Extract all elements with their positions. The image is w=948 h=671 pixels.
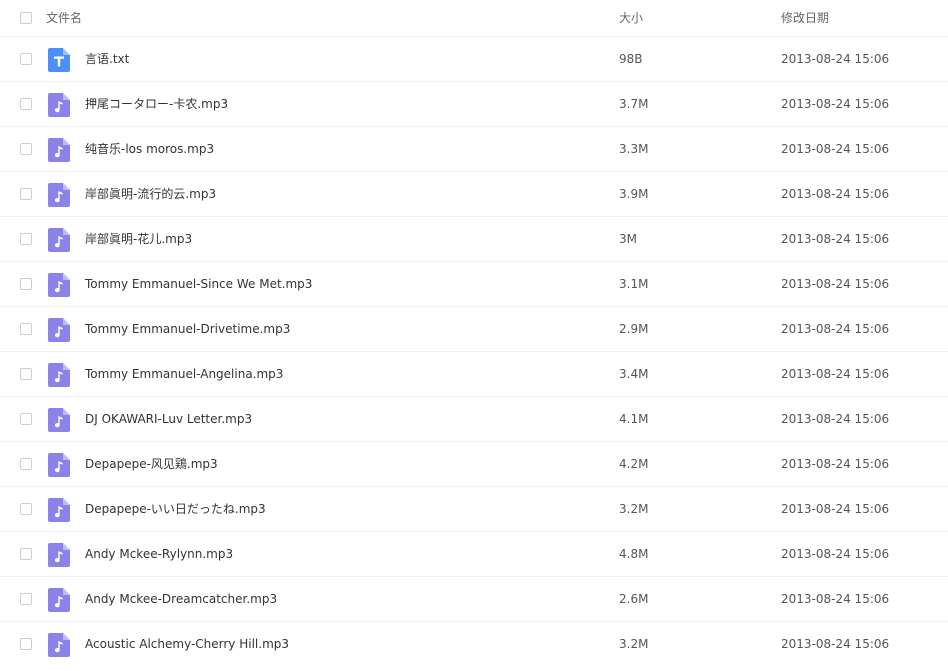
file-modified-date: 2013-08-24 15:06 [781,637,890,651]
file-name[interactable]: 押尾コータロー-卡农.mp3 [85,82,228,126]
row-checkbox[interactable] [20,53,32,65]
file-name[interactable]: Tommy Emmanuel-Angelina.mp3 [85,352,283,396]
row-checkbox[interactable] [20,593,32,605]
row-checkbox[interactable] [20,368,32,380]
file-modified-date: 2013-08-24 15:06 [781,412,890,426]
audio-file-icon [48,318,70,342]
file-name[interactable]: 纯音乐-los moros.mp3 [85,127,214,171]
file-modified-date: 2013-08-24 15:06 [781,52,890,66]
file-name[interactable]: 言语.txt [85,37,129,81]
audio-file-icon [48,633,70,657]
file-row[interactable]: Tommy Emmanuel-Since We Met.mp3 3.1M 201… [0,262,948,307]
file-row[interactable]: 押尾コータロー-卡农.mp3 3.7M 2013-08-24 15:06 [0,82,948,127]
file-rows: 言语.txt 98B 2013-08-24 15:06 押尾コータロー-卡农.m… [0,37,948,666]
file-row[interactable]: DJ OKAWARI-Luv Letter.mp3 4.1M 2013-08-2… [0,397,948,442]
file-row[interactable]: Andy Mckee-Rylynn.mp3 4.8M 2013-08-24 15… [0,532,948,577]
column-header-name[interactable]: 文件名 [46,0,82,36]
row-checkbox[interactable] [20,323,32,335]
file-row[interactable]: Tommy Emmanuel-Drivetime.mp3 2.9M 2013-0… [0,307,948,352]
file-name[interactable]: Andy Mckee-Rylynn.mp3 [85,532,233,576]
file-row[interactable]: Acoustic Alchemy-Cherry Hill.mp3 3.2M 20… [0,622,948,666]
audio-file-icon [48,138,70,162]
file-size: 2.9M [619,322,649,336]
file-size: 4.2M [619,457,649,471]
audio-file-icon [48,273,70,297]
column-header-size[interactable]: 大小 [619,0,643,36]
file-name[interactable]: Andy Mckee-Dreamcatcher.mp3 [85,577,277,621]
file-name[interactable]: 岸部眞明-流行的云.mp3 [85,172,216,216]
file-modified-date: 2013-08-24 15:06 [781,322,890,336]
audio-file-icon [48,408,70,432]
file-name[interactable]: Tommy Emmanuel-Drivetime.mp3 [85,307,290,351]
file-list: 文件名 大小 修改日期 言语.txt 98B 2013-08-24 15:06 … [0,0,948,666]
row-checkbox[interactable] [20,413,32,425]
file-row[interactable]: Tommy Emmanuel-Angelina.mp3 3.4M 2013-08… [0,352,948,397]
file-row[interactable]: 言语.txt 98B 2013-08-24 15:06 [0,37,948,82]
file-name[interactable]: Depapepe-风见鶏.mp3 [85,442,218,486]
file-modified-date: 2013-08-24 15:06 [781,592,890,606]
row-checkbox[interactable] [20,278,32,290]
file-size: 98B [619,52,643,66]
audio-file-icon [48,363,70,387]
row-checkbox[interactable] [20,143,32,155]
file-size: 3.3M [619,142,649,156]
audio-file-icon [48,543,70,567]
file-modified-date: 2013-08-24 15:06 [781,457,890,471]
audio-file-icon [48,498,70,522]
file-name[interactable]: DJ OKAWARI-Luv Letter.mp3 [85,397,252,441]
file-modified-date: 2013-08-24 15:06 [781,277,890,291]
file-size: 3.1M [619,277,649,291]
file-row[interactable]: 纯音乐-los moros.mp3 3.3M 2013-08-24 15:06 [0,127,948,172]
file-modified-date: 2013-08-24 15:06 [781,97,890,111]
file-modified-date: 2013-08-24 15:06 [781,367,890,381]
file-name[interactable]: Depapepe-いい日だったね.mp3 [85,487,266,531]
audio-file-icon [48,228,70,252]
row-checkbox[interactable] [20,638,32,650]
text-file-icon [48,48,70,72]
file-size: 3.2M [619,637,649,651]
file-size: 3.7M [619,97,649,111]
file-modified-date: 2013-08-24 15:06 [781,232,890,246]
file-name[interactable]: Tommy Emmanuel-Since We Met.mp3 [85,262,312,306]
file-size: 3.9M [619,187,649,201]
file-row[interactable]: 岸部眞明-流行的云.mp3 3.9M 2013-08-24 15:06 [0,172,948,217]
row-checkbox[interactable] [20,503,32,515]
file-row[interactable]: Andy Mckee-Dreamcatcher.mp3 2.6M 2013-08… [0,577,948,622]
file-size: 4.8M [619,547,649,561]
file-row[interactable]: Depapepe-风见鶏.mp3 4.2M 2013-08-24 15:06 [0,442,948,487]
audio-file-icon [48,93,70,117]
row-checkbox[interactable] [20,458,32,470]
file-size: 3M [619,232,637,246]
file-size: 2.6M [619,592,649,606]
audio-file-icon [48,588,70,612]
file-size: 3.4M [619,367,649,381]
row-checkbox[interactable] [20,233,32,245]
file-size: 3.2M [619,502,649,516]
row-checkbox[interactable] [20,188,32,200]
file-modified-date: 2013-08-24 15:06 [781,142,890,156]
column-header-date[interactable]: 修改日期 [781,0,829,36]
file-size: 4.1M [619,412,649,426]
file-modified-date: 2013-08-24 15:06 [781,502,890,516]
file-name[interactable]: Acoustic Alchemy-Cherry Hill.mp3 [85,622,289,666]
file-modified-date: 2013-08-24 15:06 [781,547,890,561]
file-list-header: 文件名 大小 修改日期 [0,0,948,37]
audio-file-icon [48,453,70,477]
file-row[interactable]: Depapepe-いい日だったね.mp3 3.2M 2013-08-24 15:… [0,487,948,532]
row-checkbox[interactable] [20,548,32,560]
row-checkbox[interactable] [20,98,32,110]
file-name[interactable]: 岸部眞明-花儿.mp3 [85,217,192,261]
file-row[interactable]: 岸部眞明-花儿.mp3 3M 2013-08-24 15:06 [0,217,948,262]
audio-file-icon [48,183,70,207]
file-modified-date: 2013-08-24 15:06 [781,187,890,201]
select-all-checkbox[interactable] [20,12,32,24]
